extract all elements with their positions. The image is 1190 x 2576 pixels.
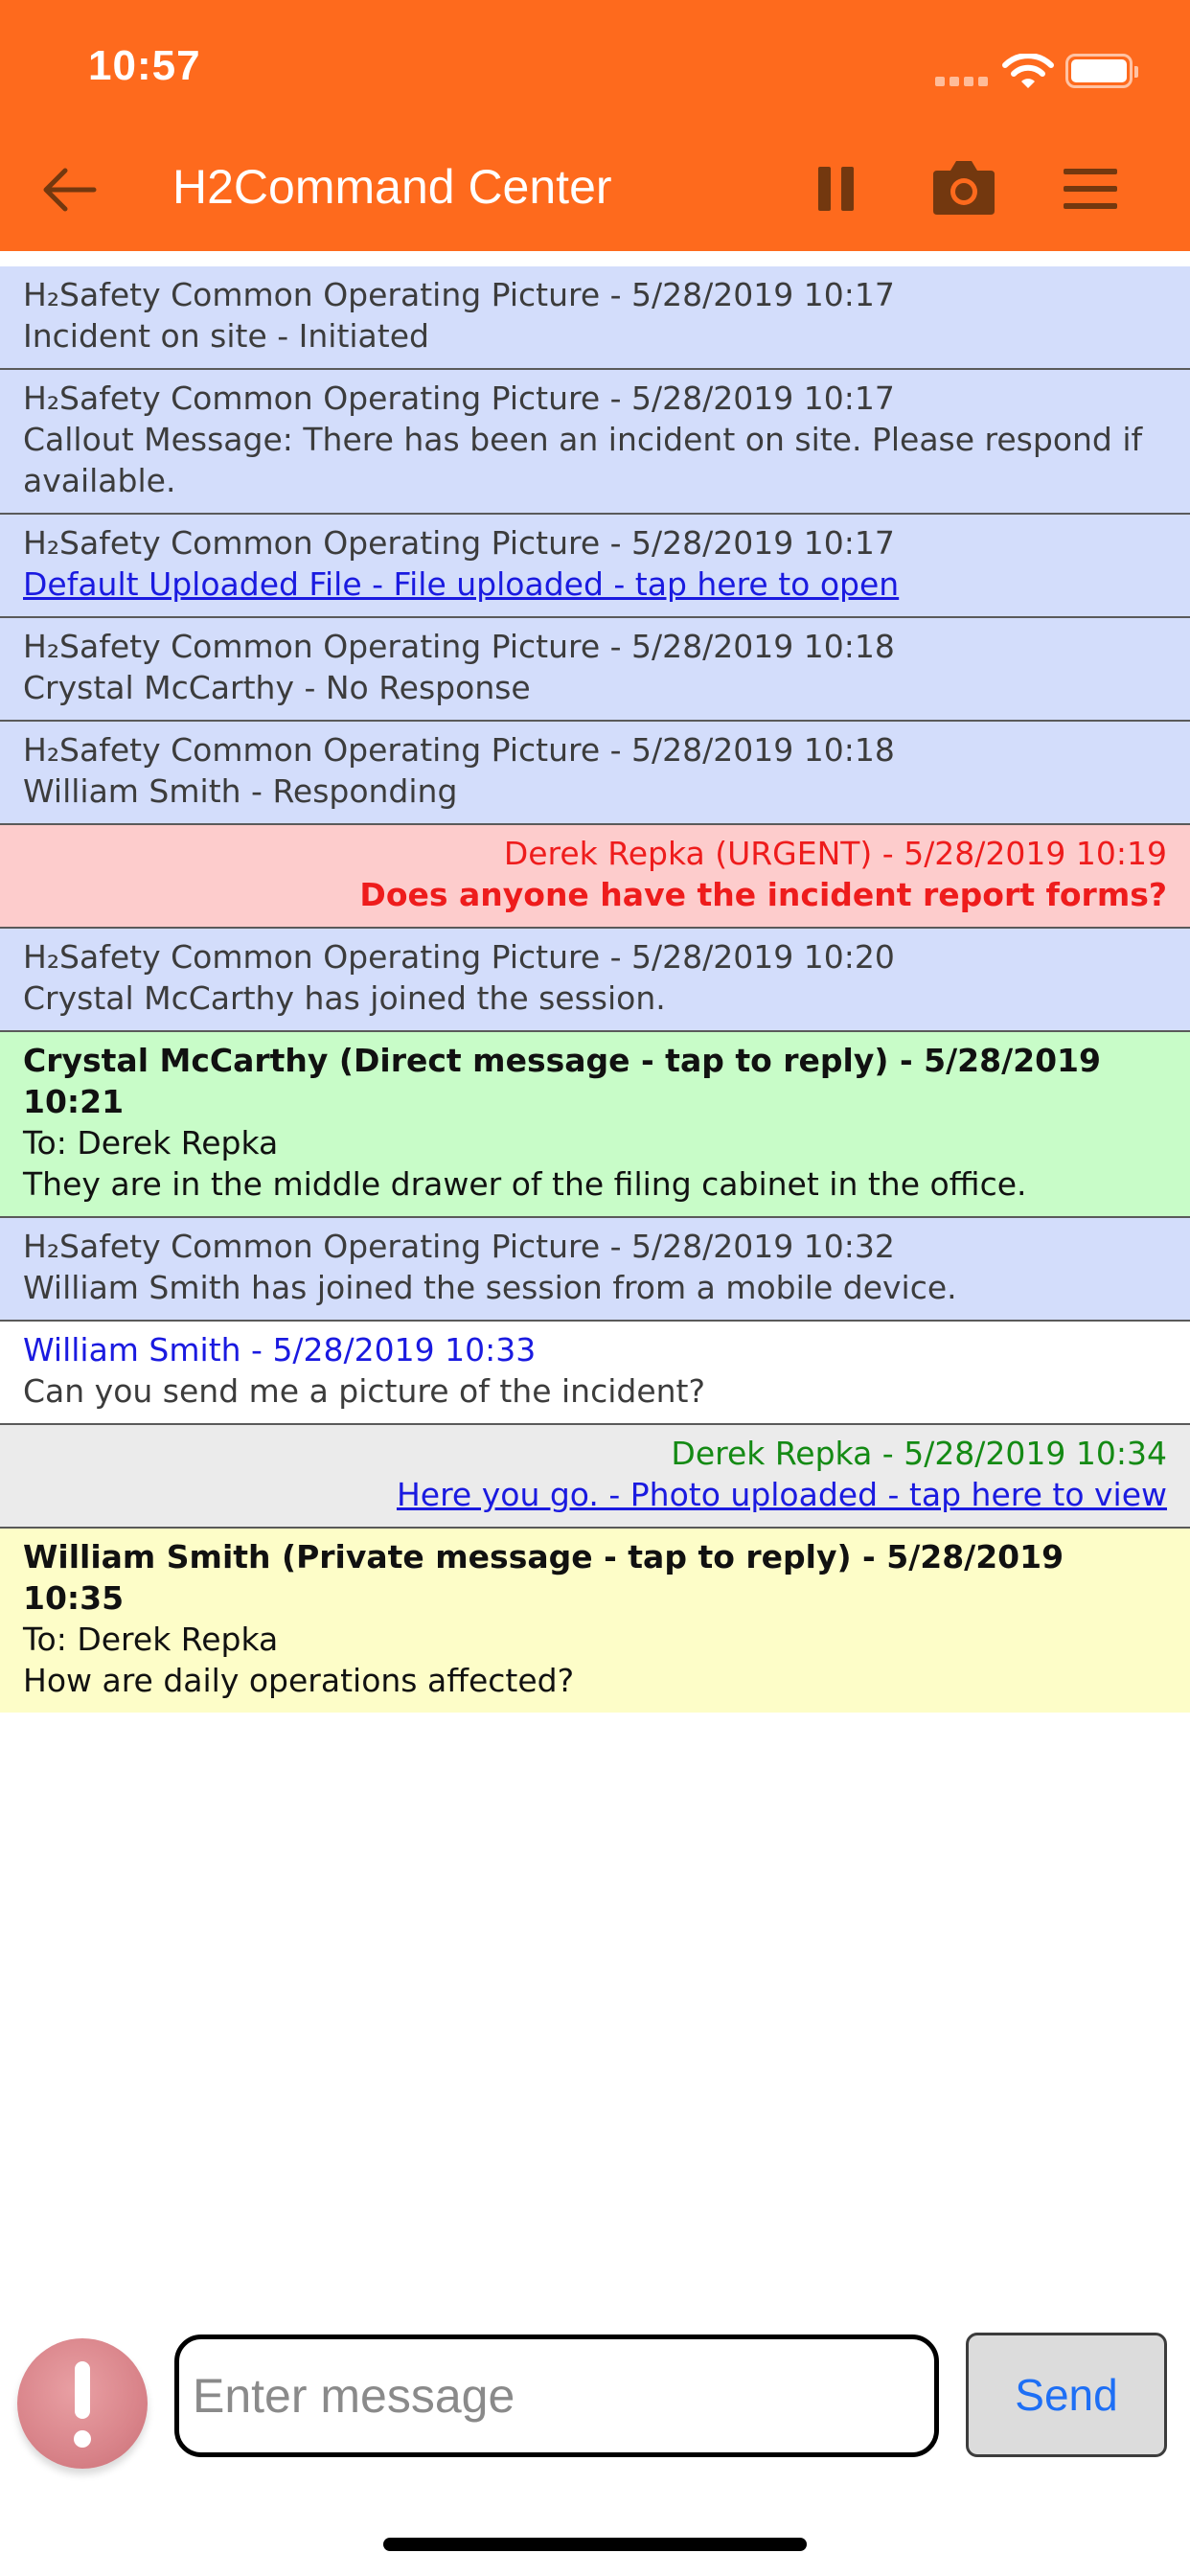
back-button[interactable] [38, 161, 100, 218]
message-header: William Smith (Private message - tap to … [23, 1538, 1075, 1617]
message-item: William Smith - 5/28/2019 10:33 Can you … [0, 1322, 1190, 1425]
pause-icon [818, 167, 831, 211]
message-body: Can you send me a picture of the inciden… [23, 1372, 705, 1410]
message-recipient: To: Derek Repka [23, 1124, 279, 1162]
direct-message-item[interactable]: Crystal McCarthy (Direct message - tap t… [0, 1032, 1190, 1218]
message-header: Derek Repka - 5/28/2019 10:34 [671, 1435, 1167, 1472]
battery-icon [1065, 54, 1138, 88]
message-header: William Smith - 5/28/2019 10:33 [23, 1331, 537, 1368]
message-item: H₂Safety Common Operating Picture - 5/28… [0, 515, 1190, 618]
back-arrow-icon [43, 168, 97, 212]
status-time: 10:57 [88, 42, 201, 89]
message-recipient: To: Derek Repka [23, 1621, 279, 1658]
message-body: Crystal McCarthy - No Response [23, 669, 531, 706]
message-input[interactable] [174, 2334, 939, 2457]
message-body: How are daily operations affected? [23, 1662, 575, 1699]
camera-button[interactable] [931, 157, 996, 217]
uploaded-photo-link[interactable]: Here you go. - Photo uploaded - tap here… [23, 1474, 1167, 1515]
message-item: H₂Safety Common Operating Picture - 5/28… [0, 618, 1190, 722]
message-header: Crystal McCarthy (Direct message - tap t… [23, 1042, 1112, 1120]
app-header: 10:57 H2Command Center [0, 0, 1190, 251]
send-button[interactable]: Send [966, 2333, 1167, 2457]
message-body: Crystal McCarthy has joined the session. [23, 979, 666, 1017]
message-body: Does anyone have the incident report for… [359, 876, 1167, 913]
message-header: H₂Safety Common Operating Picture - 5/28… [23, 276, 895, 313]
home-indicator[interactable] [383, 2538, 807, 2551]
message-header: Derek Repka (URGENT) - 5/28/2019 10:19 [503, 835, 1167, 872]
pause-button[interactable] [816, 163, 858, 215]
message-header: H₂Safety Common Operating Picture - 5/28… [23, 1228, 895, 1265]
uploaded-file-link[interactable]: Default Uploaded File - File uploaded - … [23, 564, 1167, 605]
message-item: H₂Safety Common Operating Picture - 5/28… [0, 1218, 1190, 1322]
camera-icon [933, 161, 995, 215]
message-body: They are in the middle drawer of the fil… [23, 1165, 1027, 1203]
wifi-icon [1002, 54, 1054, 88]
hamburger-menu-icon [1064, 169, 1117, 174]
message-header: H₂Safety Common Operating Picture - 5/28… [23, 938, 895, 976]
page-title: H2Command Center [172, 160, 612, 214]
message-item: H₂Safety Common Operating Picture - 5/28… [0, 266, 1190, 370]
message-header: H₂Safety Common Operating Picture - 5/28… [23, 731, 895, 769]
message-body: William Smith has joined the session fro… [23, 1269, 957, 1306]
message-body: Callout Message: There has been an incid… [23, 421, 1153, 499]
message-body: William Smith - Responding [23, 772, 458, 810]
message-header: H₂Safety Common Operating Picture - 5/28… [23, 628, 895, 665]
urgent-message-item: Derek Repka (URGENT) - 5/28/2019 10:19 D… [0, 825, 1190, 929]
message-header: H₂Safety Common Operating Picture - 5/28… [23, 524, 895, 562]
message-item: H₂Safety Common Operating Picture - 5/28… [0, 929, 1190, 1032]
cellular-signal-icon [935, 77, 993, 88]
message-body: Incident on site - Initiated [23, 317, 429, 355]
message-list[interactable]: H₂Safety Common Operating Picture - 5/28… [0, 266, 1190, 1713]
private-message-item[interactable]: William Smith (Private message - tap to … [0, 1529, 1190, 1713]
message-header: H₂Safety Common Operating Picture - 5/28… [23, 380, 895, 417]
sent-message-item: Derek Repka - 5/28/2019 10:34 Here you g… [0, 1425, 1190, 1529]
urgent-alert-button[interactable] [17, 2338, 148, 2469]
menu-button[interactable] [1064, 169, 1121, 211]
message-item: H₂Safety Common Operating Picture - 5/28… [0, 722, 1190, 825]
exclamation-alert-icon [75, 2361, 90, 2419]
message-item: H₂Safety Common Operating Picture - 5/28… [0, 370, 1190, 515]
